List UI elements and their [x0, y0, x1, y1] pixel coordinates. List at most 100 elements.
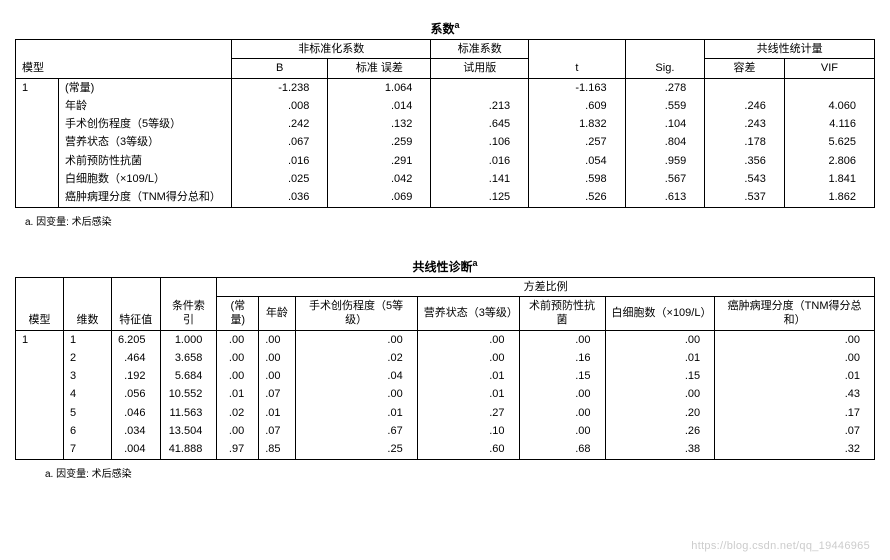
cell: .259	[328, 133, 431, 151]
cell: 2.806	[784, 152, 874, 170]
table2-title-text: 共线性诊断	[412, 260, 472, 274]
table-row: 1(常量)-1.2381.064-1.163.278	[16, 78, 875, 97]
table-row: 5.04611.563.02.01.01.27.00.20.17	[16, 404, 875, 422]
cell: .004	[112, 440, 161, 459]
cell: .125	[431, 188, 529, 207]
table1-title-sup: a	[455, 20, 460, 30]
cell: .68	[519, 440, 605, 459]
dimension: 7	[64, 440, 112, 459]
cell: 5.625	[784, 133, 874, 151]
cell	[431, 78, 529, 97]
cell: .567	[625, 170, 705, 188]
col2-preop: 术前预防性抗菌	[519, 296, 605, 330]
cell: .00	[519, 404, 605, 422]
cell: .00	[417, 349, 519, 367]
cell: .04	[295, 367, 417, 385]
cell: .278	[625, 78, 705, 97]
table-row: 手术创伤程度（5等级）.242.132.6451.832.104.2434.11…	[16, 115, 875, 133]
col2-cond: 条件索引	[160, 277, 217, 330]
cell: .016	[431, 152, 529, 170]
cell: .01	[605, 349, 715, 367]
cell: .67	[295, 422, 417, 440]
cell: .00	[417, 330, 519, 349]
table-row: 7.00441.888.97.85.25.60.68.38.32	[16, 440, 875, 459]
col2-nutri: 营养状态（3等级）	[417, 296, 519, 330]
predictor-name: 年龄	[59, 97, 232, 115]
cell: .526	[529, 188, 625, 207]
cell: -1.238	[232, 78, 328, 97]
cell: .036	[232, 188, 328, 207]
cell: .17	[715, 404, 875, 422]
cell: 1.841	[784, 170, 874, 188]
cell: .27	[417, 404, 519, 422]
col-stderr: 标准 误差	[328, 59, 431, 78]
table-row: 术前预防性抗菌.016.291.016.054.959.3562.806	[16, 152, 875, 170]
table2-footnote: a. 因变量: 术后感染	[15, 462, 875, 510]
table-row: 2.4643.658.00.00.02.00.16.01.00	[16, 349, 875, 367]
cell: .025	[232, 170, 328, 188]
cell	[784, 78, 874, 97]
predictor-name: 手术创伤程度（5等级）	[59, 115, 232, 133]
cell: .01	[417, 385, 519, 403]
cell: .042	[328, 170, 431, 188]
col-t: t	[529, 40, 625, 79]
cell: .00	[217, 367, 259, 385]
cell: -1.163	[529, 78, 625, 97]
col2-age: 年龄	[259, 296, 295, 330]
dimension: 1	[64, 330, 112, 349]
cell: .02	[295, 349, 417, 367]
predictor-name: (常量)	[59, 78, 232, 97]
predictor-name: 癌肿病理分度（TNM得分总和）	[59, 188, 232, 207]
cell: .537	[705, 188, 785, 207]
cell: .01	[217, 385, 259, 403]
cell: .15	[519, 367, 605, 385]
cell: 11.563	[160, 404, 217, 422]
cell: .242	[232, 115, 328, 133]
cell: .97	[217, 440, 259, 459]
dimension: 6	[64, 422, 112, 440]
table2-title: 共线性诊断a	[15, 258, 875, 275]
cell: .15	[605, 367, 715, 385]
cell: 41.888	[160, 440, 217, 459]
cell: .20	[605, 404, 715, 422]
table-row: 癌肿病理分度（TNM得分总和）.036.069.125.526.613.5371…	[16, 188, 875, 207]
cell: 13.504	[160, 422, 217, 440]
cell: .613	[625, 188, 705, 207]
cell: .01	[259, 404, 295, 422]
cell: .046	[112, 404, 161, 422]
col-collin-group: 共线性统计量	[705, 40, 875, 59]
cell: .609	[529, 97, 625, 115]
cell: .01	[295, 404, 417, 422]
cell: .132	[328, 115, 431, 133]
col2-eigen: 特征值	[112, 277, 161, 330]
col2-const: (常量)	[217, 296, 259, 330]
cell: .106	[431, 133, 529, 151]
table-row: 6.03413.504.00.07.67.10.00.26.07	[16, 422, 875, 440]
cell: .00	[605, 385, 715, 403]
cell: .38	[605, 440, 715, 459]
cell: 1.832	[529, 115, 625, 133]
cell: .00	[295, 385, 417, 403]
cell: .598	[529, 170, 625, 188]
cell: 10.552	[160, 385, 217, 403]
cell: .60	[417, 440, 519, 459]
cell: 4.060	[784, 97, 874, 115]
table-row: 116.2051.000.00.00.00.00.00.00.00	[16, 330, 875, 349]
watermark: https://blog.csdn.net/qq_19446965	[691, 540, 870, 552]
cell: .00	[259, 367, 295, 385]
col-model: 模型	[16, 40, 232, 79]
cell: .014	[328, 97, 431, 115]
collinearity-diag-table: 模型 维数 特征值 条件索引 方差比例 (常量) 年龄 手术创伤程度（5等级） …	[15, 277, 875, 460]
cell: .01	[417, 367, 519, 385]
col2-varprop-group: 方差比例	[217, 277, 875, 296]
col-beta: 试用版	[431, 59, 529, 78]
cell: .243	[705, 115, 785, 133]
col-std-group: 标准系数	[431, 40, 529, 59]
dimension: 3	[64, 367, 112, 385]
cell: .43	[715, 385, 875, 403]
cell: .959	[625, 152, 705, 170]
cell	[705, 78, 785, 97]
cell: .00	[605, 330, 715, 349]
col2-tnm: 癌肿病理分度（TNM得分总和）	[715, 296, 875, 330]
cell: .543	[705, 170, 785, 188]
